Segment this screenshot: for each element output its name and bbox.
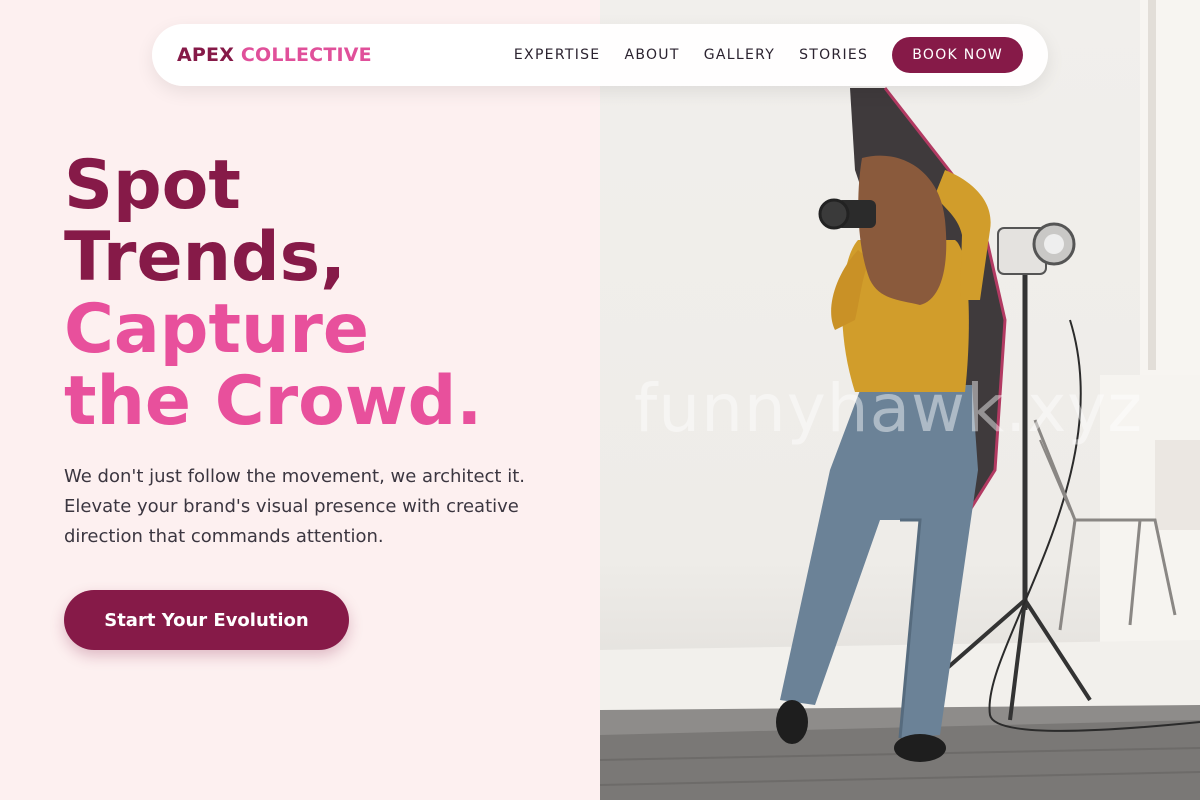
- hero-photo: funnyhawk.xyz: [600, 0, 1200, 800]
- nav-link-expertise[interactable]: EXPERTISE: [514, 47, 601, 63]
- headline-line-4: the Crowd.: [64, 362, 483, 441]
- headline-line-1: Spot: [64, 146, 241, 225]
- hero-headline: Spot Trends, Capture the Crowd.: [64, 150, 482, 438]
- nav-link-stories[interactable]: STORIES: [799, 47, 868, 63]
- main-nav: EXPERTISE ABOUT GALLERY STORIES BOOK NOW: [514, 37, 1023, 73]
- hero-page: funnyhawk.xyz APEX COLLECTIVE EXPERTISE …: [0, 0, 1200, 800]
- nav-link-gallery[interactable]: GALLERY: [704, 47, 775, 63]
- hero-subtext: We don't just follow the movement, we ar…: [64, 466, 525, 547]
- headline-line-3: Capture: [64, 290, 370, 369]
- start-evolution-button[interactable]: Start Your Evolution: [64, 590, 349, 650]
- brand-name-part1: APEX: [177, 44, 235, 66]
- brand-name-part2: COLLECTIVE: [240, 44, 372, 66]
- watermark-text: funnyhawk.xyz: [634, 370, 1143, 447]
- nav-link-about[interactable]: ABOUT: [624, 47, 679, 63]
- navbar: APEX COLLECTIVE EXPERTISE ABOUT GALLERY …: [152, 24, 1048, 86]
- headline-line-2: Trends,: [64, 218, 346, 297]
- book-now-button[interactable]: BOOK NOW: [892, 37, 1023, 73]
- brand-logo[interactable]: APEX COLLECTIVE: [177, 44, 372, 66]
